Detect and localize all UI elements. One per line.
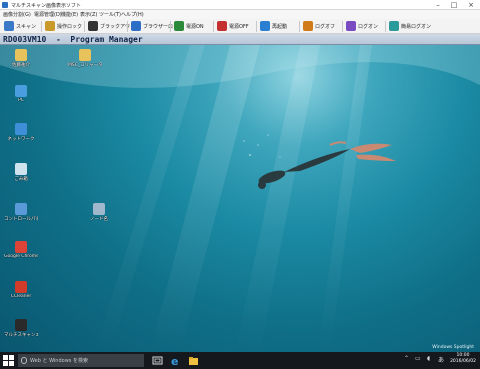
title-bar: マルチスキャン画像表示ソフト – □ × xyxy=(0,0,480,10)
desktop-icon-label: MSC_コリャーター xyxy=(68,63,102,68)
toolbar-button[interactable]: ログオフ xyxy=(301,20,337,32)
menu-bar: 画像分割(G) 電源管理(D) 機能(E) 表示(Z) ツール(T) ヘルプ(H) xyxy=(0,10,480,19)
app-icon xyxy=(2,2,8,8)
toolbar-separator xyxy=(385,21,386,32)
toolbar-button-label: スキャン xyxy=(16,23,37,30)
control-panel-icon xyxy=(15,203,27,215)
ime-tray-icon[interactable]: あ xyxy=(438,355,444,364)
desktop-icon-label: Google Chrome xyxy=(4,254,38,259)
tray-chevron-icon[interactable]: ⌃ xyxy=(404,355,409,362)
desktop-icon[interactable]: CCleaner xyxy=(4,281,38,299)
desktop-icon[interactable]: ノード名 xyxy=(82,203,116,222)
desktop-icon-label: ノード名 xyxy=(90,217,108,222)
close-icon[interactable]: × xyxy=(463,0,479,10)
desktop-icon-label: CCleaner xyxy=(10,294,32,299)
desktop-icon[interactable]: ネットワーク xyxy=(4,123,38,142)
taskbar: Web と Windows を検索 e ⌃ ▭ ◖ あ 10:00 2016/0… xyxy=(0,352,480,369)
toolbar-separator xyxy=(127,21,128,32)
toolbar-separator xyxy=(299,21,300,32)
node-icon xyxy=(93,203,105,215)
scan-icon xyxy=(4,21,14,31)
network-icon xyxy=(15,123,27,135)
desktop-icon[interactable]: マルチスキャンエディター xyxy=(4,319,38,338)
restart-icon xyxy=(260,21,270,31)
desktop-icon-label: 佐藤祐介 xyxy=(12,63,30,68)
toolbar-button[interactable]: 操作ロック xyxy=(43,20,84,32)
recycle-bin-icon xyxy=(15,163,27,175)
desktop-icon[interactable]: ごみ箱 xyxy=(4,163,38,182)
blackout-icon xyxy=(88,21,98,31)
maximize-icon[interactable]: □ xyxy=(446,0,462,10)
toolbar-button[interactable]: 再起動 xyxy=(258,20,289,32)
desktop-icon[interactable]: 佐藤祐介 xyxy=(4,49,38,68)
toolbar-separator xyxy=(84,21,85,32)
remote-desktop[interactable]: 佐藤祐介 PC ネットワークごみ箱コントロールパネル Google Chrome CCl… xyxy=(0,45,480,352)
menu-item[interactable]: 電源管理(D) xyxy=(34,11,62,18)
logoff-icon xyxy=(303,21,313,31)
edge-browser-icon[interactable]: e xyxy=(170,355,181,366)
toolbar: スキャン 操作ロック ブラックアウト ブラウザーロック 電源ON 電源OFF 再起動 ログオフ… xyxy=(0,19,480,34)
wallpaper-watermark: Windows Spotlight xyxy=(432,345,474,350)
toolbar-separator xyxy=(213,21,214,32)
volume-tray-icon[interactable]: ◖ xyxy=(427,355,430,362)
power-off-icon xyxy=(217,21,227,31)
toolbar-button-label: 簡易ログオン xyxy=(401,23,432,30)
toolbar-button-label: 操作ロック xyxy=(57,23,83,30)
window-title: マルチスキャン画像表示ソフト xyxy=(11,3,82,9)
toolbar-separator xyxy=(170,21,171,32)
clock-date: 2016/06/02 xyxy=(450,359,476,364)
toolbar-separator xyxy=(41,21,42,32)
task-view-icon[interactable] xyxy=(152,355,163,366)
toolbar-button-label: 電源OFF xyxy=(229,23,249,30)
network-tray-icon[interactable]: ▭ xyxy=(415,355,421,362)
power-on-icon xyxy=(174,21,184,31)
chrome-icon xyxy=(15,241,27,253)
msc-folder-icon xyxy=(79,49,91,61)
toolbar-button[interactable]: 電源ON xyxy=(172,20,206,32)
desktop-icon[interactable]: Google Chrome xyxy=(4,241,38,259)
quick-logon-icon xyxy=(389,21,399,31)
toolbar-button-label: ログオン xyxy=(358,23,379,30)
desktop-icon-label: ネットワーク xyxy=(7,137,35,142)
desktop-icon[interactable]: PC xyxy=(4,85,38,103)
menu-item[interactable]: 表示(Z) xyxy=(80,11,97,18)
menu-item[interactable]: ツール(T) xyxy=(99,11,121,18)
user-folder-icon xyxy=(15,49,27,61)
minimize-icon[interactable]: – xyxy=(430,0,446,10)
microphone-icon[interactable] xyxy=(21,357,27,364)
windows-start-icon[interactable] xyxy=(3,355,14,366)
ccleaner-icon xyxy=(15,281,27,293)
file-explorer-icon[interactable] xyxy=(188,355,199,366)
toolbar-button-label: ログオフ xyxy=(315,23,336,30)
browser-lock-icon xyxy=(131,21,141,31)
desktop-icon-label: コントロールパネル xyxy=(4,217,38,222)
search-placeholder: Web と Windows を検索 xyxy=(30,358,88,364)
toolbar-separator xyxy=(256,21,257,32)
taskbar-search-box[interactable]: Web と Windows を検索 xyxy=(18,354,144,367)
logon-icon xyxy=(346,21,356,31)
desktop-icon[interactable]: MSC_コリャーター xyxy=(68,49,102,68)
program-manager-title: RD003VM10 - Program Manager xyxy=(3,35,143,44)
program-manager-bar: RD003VM10 - Program Manager xyxy=(0,34,480,45)
underwater-wallpaper xyxy=(0,45,480,352)
menu-item[interactable]: 画像分割(G) xyxy=(3,11,31,18)
pc-icon xyxy=(15,85,27,97)
taskbar-clock[interactable]: 10:00 2016/06/02 xyxy=(450,353,476,365)
toolbar-button[interactable]: 電源OFF xyxy=(215,20,251,32)
toolbar-button[interactable]: 簡易ログオン xyxy=(387,20,433,32)
desktop-icon[interactable]: コントロールパネル xyxy=(4,203,38,222)
multiscan-editor-icon xyxy=(15,319,27,331)
desktop-icon-label: マルチスキャンエディター xyxy=(4,333,38,338)
toolbar-button-label: 電源ON xyxy=(186,23,204,30)
toolbar-separator xyxy=(342,21,343,32)
desktop-icon-label: PC xyxy=(18,98,24,103)
lock-icon xyxy=(45,21,55,31)
svg-text:e: e xyxy=(171,355,178,366)
desktop-icon-label: ごみ箱 xyxy=(14,177,28,182)
toolbar-button-label: 再起動 xyxy=(272,23,288,30)
menu-item[interactable]: ヘルプ(H) xyxy=(121,11,144,18)
toolbar-button[interactable]: スキャン xyxy=(2,20,38,32)
toolbar-button[interactable]: ログオン xyxy=(344,20,380,32)
menu-item[interactable]: 機能(E) xyxy=(61,11,78,18)
